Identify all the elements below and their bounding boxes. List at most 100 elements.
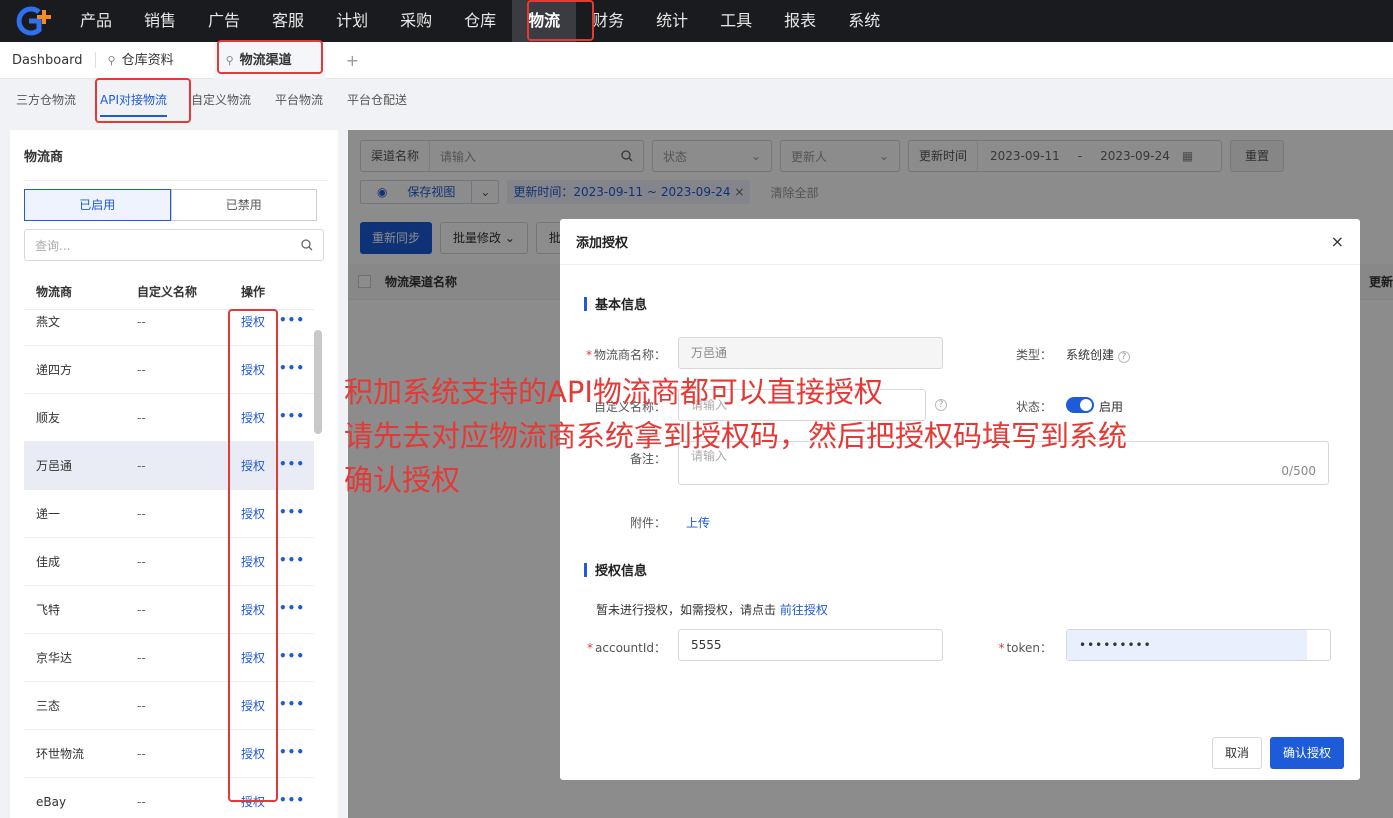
nav-item[interactable]: 采购 (384, 0, 448, 42)
highlight-box (95, 78, 191, 123)
vendor-name-field: 万邑通 (678, 337, 943, 369)
logo-icon (16, 6, 51, 36)
hint-text: 暂未进行授权，如需授权，请点击 (596, 603, 777, 617)
more-icon[interactable]: ••• (279, 553, 305, 570)
more-icon[interactable]: ••• (279, 457, 305, 474)
vendor-search-input[interactable]: 查询... (24, 229, 324, 261)
panel-title: 物流商 (24, 150, 64, 165)
upload-link[interactable]: 上传 (686, 514, 710, 531)
nav-item[interactable]: 系统 (832, 0, 896, 42)
more-icon[interactable]: ••• (279, 361, 305, 378)
more-icon[interactable]: ••• (279, 601, 305, 618)
tab-label: 仓库资料 (121, 52, 174, 68)
nav-item[interactable]: 产品 (64, 0, 128, 42)
vendor-name: 递一 (36, 507, 61, 521)
custom-name: -- (137, 602, 146, 617)
add-tab-button[interactable]: + (326, 51, 379, 70)
section-title: 授权信息 (595, 564, 648, 579)
nav-item[interactable]: 工具 (704, 0, 768, 42)
section-basic-info: 基本信息 (584, 294, 647, 313)
sub-tab[interactable]: 平台仓配送 (335, 79, 419, 121)
vendor-name: 递四方 (36, 363, 73, 377)
vendor-name: 京华达 (36, 651, 73, 665)
help-icon[interactable]: ? (1117, 351, 1130, 363)
custom-name: -- (137, 410, 146, 425)
custom-name: -- (137, 506, 146, 521)
custom-name: -- (137, 698, 146, 713)
annotation-line-1: 积加系统支持的API物流商都可以直接授权 (344, 375, 883, 409)
dialog-title: 添加授权 (576, 236, 629, 251)
vendor-name-label: * 物流商名称： (585, 348, 666, 362)
tab-bar: Dashboard ⚲ 仓库资料 ⚲ 物流渠道 + (0, 41, 1393, 79)
annotation-line-3: 确认授权 (344, 463, 461, 497)
nav-item[interactable]: 广告 (192, 0, 256, 42)
token-value: ••••••••• (1067, 630, 1307, 660)
custom-name: -- (137, 554, 146, 569)
status-segment: 已启用 已禁用 (24, 189, 317, 221)
cancel-button[interactable]: 取消 (1212, 737, 1263, 769)
custom-name: -- (137, 794, 146, 809)
more-icon[interactable]: ••• (279, 793, 305, 810)
header-custom-name: 自定义名称 (137, 285, 198, 299)
custom-name: -- (137, 650, 146, 665)
char-counter: 0/500 (1281, 464, 1316, 478)
vendor-name: eBay (36, 794, 67, 809)
nav-item[interactable]: 仓库 (448, 0, 512, 42)
more-icon[interactable]: ••• (279, 745, 305, 762)
nav-item[interactable]: 销售 (128, 0, 192, 42)
custom-name: -- (137, 314, 146, 329)
status-value: 启用 (1099, 400, 1124, 414)
more-icon[interactable]: ••• (279, 505, 305, 522)
header-vendor: 物流商 (36, 285, 73, 299)
nav-item[interactable]: 客服 (256, 0, 320, 42)
token-input[interactable]: ••••••••• (1066, 629, 1331, 661)
token-label: * token： (998, 641, 1052, 655)
vendor-panel: 物流商 已启用 已禁用 查询... 物流商 自定义名称 操作 燕文 -- 授权 •••… (10, 130, 338, 818)
vendor-name: 万邑通 (36, 459, 73, 473)
account-id-input[interactable]: 5555 (678, 629, 943, 661)
annotation-line-2: 请先去对应物流商系统拿到授权码，然后把授权码填写到系统 (344, 419, 1128, 453)
more-icon[interactable]: ••• (279, 649, 305, 666)
tab-label: Dashboard (12, 52, 83, 68)
section-auth-info: 授权信息 (584, 560, 647, 579)
custom-name: -- (137, 458, 146, 473)
vendor-name: 燕文 (36, 315, 61, 329)
tab-dashboard[interactable]: Dashboard (0, 42, 95, 79)
vendor-name: 顺友 (36, 411, 61, 425)
nav-item[interactable]: 报表 (768, 0, 832, 42)
scrollbar[interactable] (314, 330, 322, 434)
highlight-box (228, 309, 278, 802)
more-icon[interactable]: ••• (279, 313, 305, 330)
type-value: 系统创建 ? (1066, 346, 1130, 363)
segment-disabled[interactable]: 已禁用 (170, 189, 317, 221)
go-auth-link[interactable]: 前往授权 (780, 603, 828, 617)
nav-item[interactable]: 统计 (640, 0, 704, 42)
nav-item[interactable]: 计划 (320, 0, 384, 42)
confirm-auth-button[interactable]: 确认授权 (1270, 737, 1345, 769)
auth-hint: 暂未进行授权，如需授权，请点击 前往授权 (596, 601, 828, 618)
sub-tab[interactable]: 三方仓物流 (4, 79, 88, 121)
search-icon (301, 239, 313, 251)
more-icon[interactable]: ••• (279, 409, 305, 426)
search-placeholder: 查询... (35, 238, 71, 253)
dialog-header: 添加授权 × (560, 219, 1360, 265)
status-toggle[interactable] (1066, 397, 1094, 413)
close-icon[interactable]: × (1331, 232, 1344, 251)
vendor-name: 环世物流 (36, 747, 85, 761)
section-title: 基本信息 (595, 298, 648, 313)
attachment-label: 附件： (629, 516, 666, 530)
custom-name: -- (137, 362, 146, 377)
app-logo[interactable] (0, 0, 64, 42)
status-label: 状态： (1015, 400, 1052, 414)
vendor-name: 飞特 (36, 603, 61, 617)
segment-enabled[interactable]: 已启用 (24, 189, 171, 221)
type-label: 类型： (1015, 348, 1052, 362)
tab-warehouse[interactable]: ⚲ 仓库资料 (96, 42, 186, 79)
highlight-box (527, 0, 594, 41)
help-icon[interactable]: ? (935, 399, 947, 411)
sub-tab[interactable]: 自定义物流 (179, 79, 263, 121)
sub-tab[interactable]: 平台物流 (263, 79, 335, 121)
top-nav: 产品 销售 广告 客服 计划 采购 仓库 物流 财务 统计 工具 报表 系统 (0, 0, 1393, 42)
more-icon[interactable]: ••• (279, 697, 305, 714)
header-actions: 操作 (241, 285, 266, 299)
